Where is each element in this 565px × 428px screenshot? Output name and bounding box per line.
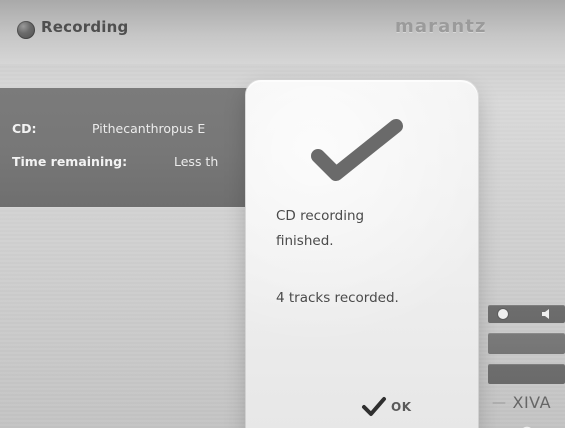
screen: Recording marantz CD: Pithecanthropus E … [0,0,565,428]
brand-logo-text: marantz [395,15,487,37]
control-bar-top[interactable] [488,305,565,323]
check-icon [362,397,386,416]
cd-label: CD: [12,121,37,136]
speaker-icon[interactable] [541,308,555,320]
record-toggle-icon[interactable] [498,309,508,319]
control-bar-bottom[interactable] [488,364,565,428]
ok-label: OK [391,399,412,414]
xiva-logo: — XIVA [492,393,565,415]
dialog-message-line-1: CD recording [276,208,365,224]
page-title: Recording [41,18,129,36]
header: Recording marantz [0,0,565,64]
time-remaining-value: Less th [174,154,219,169]
xiva-logo-prefix: — [492,395,507,411]
control-bar-middle[interactable] [488,333,565,354]
cd-title: Pithecanthropus E [92,121,206,136]
xiva-logo-text: XIVA [512,393,552,412]
checkmark-icon [311,119,403,181]
brand-logo: marantz [395,14,565,38]
recording-icon [17,21,35,39]
dialog-message-line-3: 4 tracks recorded. [276,290,399,306]
dialog-message-line-2: finished. [276,233,334,249]
ok-button[interactable]: OK [361,388,441,424]
time-remaining-label: Time remaining: [12,154,128,169]
